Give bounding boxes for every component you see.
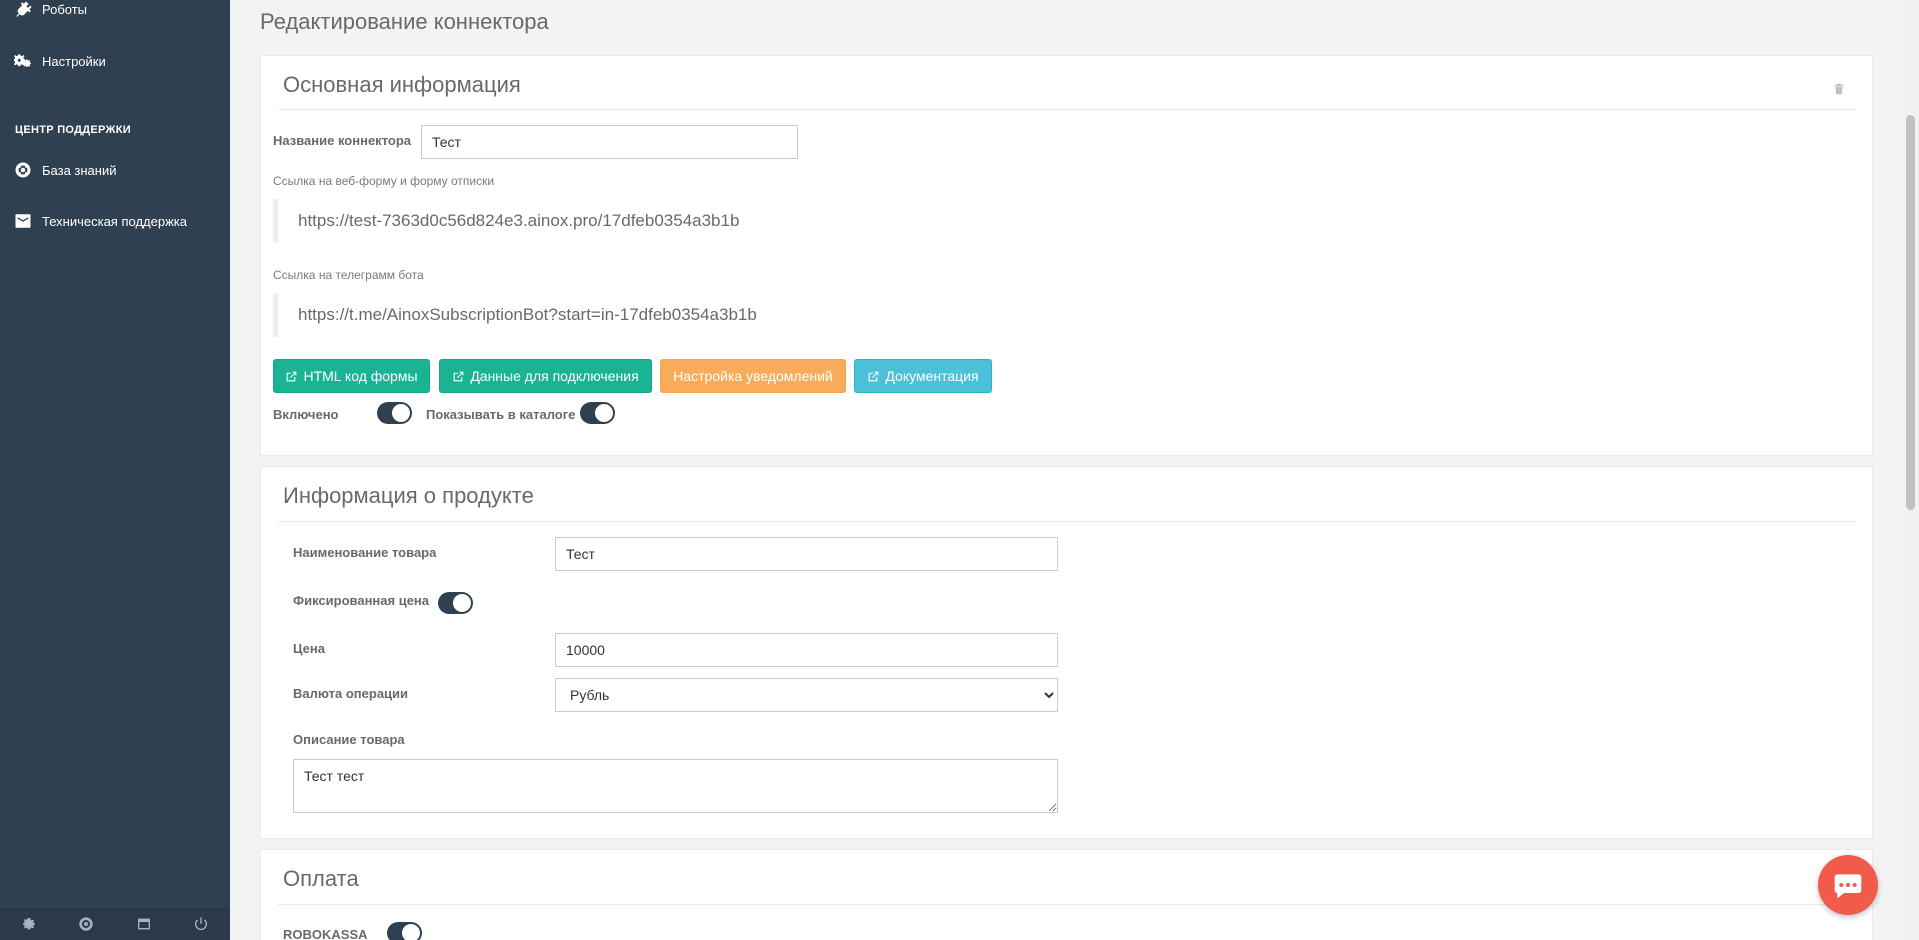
panel-title: Основная информация bbox=[283, 72, 521, 97]
external-link-icon bbox=[287, 371, 297, 381]
plug-icon bbox=[16, 1, 32, 17]
sidebar-item-robots[interactable]: Роботы bbox=[14, 0, 87, 18]
button-label: Настройка уведомлений bbox=[673, 368, 833, 384]
documentation-button[interactable]: Документация bbox=[854, 359, 992, 393]
envelope-icon bbox=[15, 214, 31, 228]
webform-link[interactable]: https://test-7363d0c56d824e3.ainox.pro/1… bbox=[273, 199, 739, 243]
gears-icon bbox=[14, 54, 31, 67]
sidebar-item-label: Настройки bbox=[42, 53, 106, 69]
currency-select[interactable]: Рубль bbox=[555, 678, 1058, 712]
sidebar-item-label: Роботы bbox=[42, 1, 88, 17]
enabled-label: Включено bbox=[273, 407, 339, 422]
panel-title: Информация о продукте bbox=[283, 483, 534, 508]
panel-title: Оплата bbox=[283, 866, 359, 891]
page-scrollbar[interactable] bbox=[1902, 0, 1919, 940]
life-ring-icon[interactable] bbox=[77, 915, 95, 933]
scrollbar-thumb[interactable] bbox=[1906, 115, 1915, 510]
chat-bubble-icon bbox=[1834, 874, 1862, 899]
button-label: Документация bbox=[885, 368, 979, 384]
fixed-price-toggle[interactable] bbox=[438, 592, 473, 614]
sidebar-section-title: ЦЕНТР ПОДДЕРЖКИ bbox=[15, 124, 132, 136]
sidebar-footer bbox=[0, 908, 230, 940]
robokassa-toggle[interactable] bbox=[387, 922, 422, 940]
product-info-panel: Информация о продукте Наименование товар… bbox=[260, 466, 1873, 839]
external-link-icon bbox=[869, 371, 879, 381]
sidebar-item-tech-support[interactable]: Техническая поддержка bbox=[14, 212, 187, 230]
price-input[interactable] bbox=[555, 633, 1058, 667]
chat-button[interactable] bbox=[1818, 855, 1878, 915]
telegram-link[interactable]: https://t.me/AinoxSubscriptionBot?start=… bbox=[273, 293, 757, 337]
window-icon[interactable] bbox=[135, 915, 153, 933]
currency-label: Валюта операции bbox=[293, 686, 409, 701]
sidebar-item-label: База знаний bbox=[42, 162, 117, 178]
external-link-icon bbox=[453, 371, 464, 381]
life-ring-icon bbox=[15, 162, 31, 178]
fixed-price-label: Фиксированная цена bbox=[293, 593, 430, 608]
button-label: Данные для подключения bbox=[470, 368, 639, 384]
connector-name-label: Название коннектора bbox=[273, 133, 411, 148]
trash-icon[interactable] bbox=[1832, 82, 1846, 96]
show-in-catalog-toggle[interactable] bbox=[580, 402, 615, 424]
divider bbox=[278, 521, 1856, 522]
page-title: Редактирование коннектора bbox=[260, 9, 549, 34]
html-code-button[interactable]: HTML код формы bbox=[273, 359, 430, 393]
divider bbox=[278, 109, 1856, 110]
sidebar: Роботы Настройки ЦЕНТР ПОДДЕРЖКИ База зн… bbox=[0, 0, 230, 940]
main-content: Редактирование коннектора Основная инфор… bbox=[230, 0, 1902, 940]
product-name-input[interactable] bbox=[555, 537, 1058, 571]
divider bbox=[278, 904, 1856, 905]
webform-link-label: Ссылка на веб-форму и форму отписки bbox=[273, 174, 495, 188]
button-label: HTML код формы bbox=[303, 368, 418, 384]
show-in-catalog-label: Показывать в каталоге bbox=[426, 407, 576, 422]
power-icon[interactable] bbox=[192, 915, 210, 933]
connector-name-input[interactable] bbox=[421, 125, 798, 159]
telegram-link-label: Ссылка на телеграмм бота bbox=[273, 268, 424, 282]
sidebar-item-knowledge-base[interactable]: База знаний bbox=[14, 161, 117, 179]
description-textarea[interactable]: Тест тест bbox=[293, 759, 1058, 813]
payment-panel: Оплата ROBOKASSA bbox=[260, 849, 1873, 940]
enabled-toggle[interactable] bbox=[377, 402, 412, 424]
basic-info-panel: Основная информация Название коннектора … bbox=[260, 55, 1873, 456]
product-name-label: Наименование товара bbox=[293, 545, 437, 560]
price-label: Цена bbox=[293, 641, 325, 656]
sidebar-item-settings[interactable]: Настройки bbox=[14, 52, 106, 70]
robokassa-label: ROBOKASSA bbox=[283, 927, 368, 940]
sidebar-item-label: Техническая поддержка bbox=[42, 213, 187, 229]
connection-data-button[interactable]: Данные для подключения bbox=[439, 359, 652, 393]
gear-icon[interactable] bbox=[20, 915, 38, 933]
description-label: Описание товара bbox=[293, 732, 405, 747]
notification-settings-button[interactable]: Настройка уведомлений bbox=[660, 359, 846, 393]
